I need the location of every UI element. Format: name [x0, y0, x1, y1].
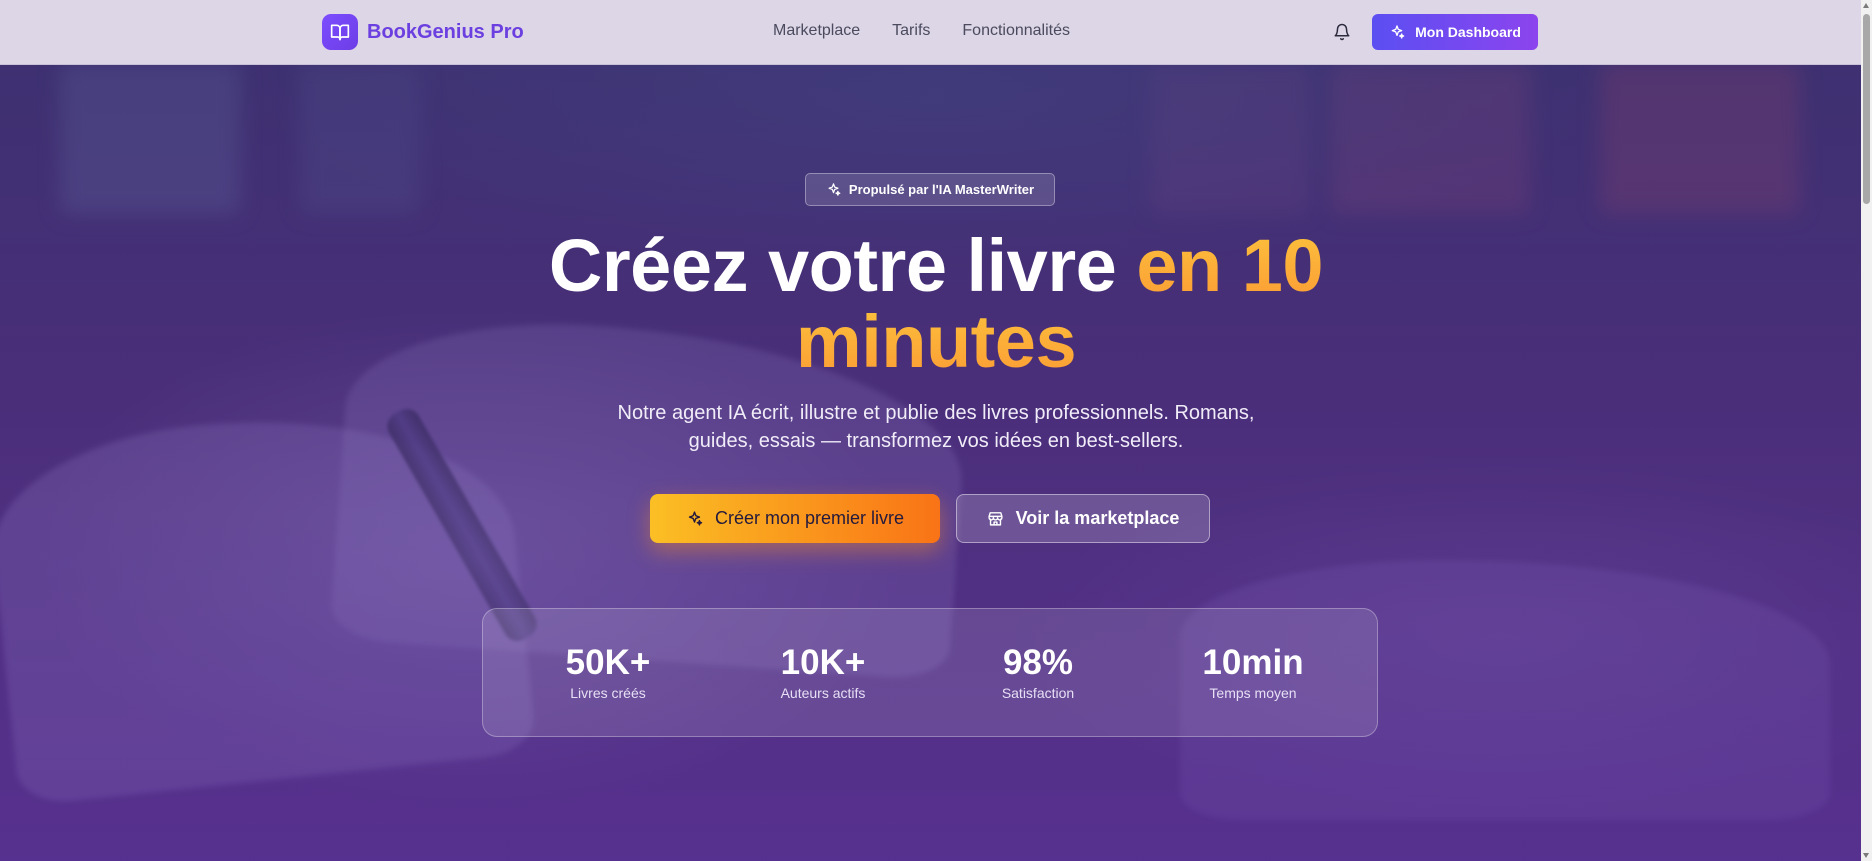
book-open-icon [322, 14, 358, 50]
create-book-button[interactable]: Créer mon premier livre [650, 494, 940, 543]
sparkles-icon [826, 182, 841, 197]
stats-card: 50K+ Livres créés 10K+ Auteurs actifs 98… [482, 608, 1378, 737]
bell-icon[interactable] [1333, 22, 1351, 42]
top-navbar: BookGenius Pro Marketplace Tarifs Foncti… [0, 0, 1861, 65]
stat-item: 98% Satisfaction [948, 643, 1128, 701]
dashboard-button-label: Mon Dashboard [1415, 24, 1521, 40]
badge-text: Propulsé par l'IA MasterWriter [848, 182, 1035, 197]
brand[interactable]: BookGenius Pro [322, 14, 524, 50]
stat-item: 10min Temps moyen [1163, 643, 1343, 701]
stat-label: Auteurs actifs [780, 685, 866, 701]
nav-link-fonctionnalites[interactable]: Fonctionnalités [962, 22, 1070, 40]
view-marketplace-button[interactable]: Voir la marketplace [956, 494, 1210, 543]
stat-label: Satisfaction [1001, 685, 1075, 701]
main-nav: Marketplace Tarifs Fonctionnalités [773, 22, 1070, 40]
stat-value: 10min [1202, 643, 1304, 682]
scrollbar-thumb[interactable] [1863, 14, 1870, 204]
vertical-scrollbar[interactable] [1861, 0, 1872, 861]
view-marketplace-label: Voir la marketplace [1015, 508, 1180, 528]
create-book-label: Créer mon premier livre [714, 508, 905, 528]
stat-label: Temps moyen [1209, 685, 1297, 701]
nav-link-tarifs[interactable]: Tarifs [892, 22, 930, 40]
hero-headline: Créez votre livre en 10 minutes [436, 228, 1436, 380]
stat-item: 50K+ Livres créés [518, 643, 698, 701]
stat-value: 50K+ [565, 643, 651, 682]
store-icon [987, 510, 1004, 527]
sparkles-icon [1389, 24, 1405, 40]
stat-label: Livres créés [570, 685, 646, 701]
brand-name: BookGenius Pro [367, 20, 524, 43]
nav-link-marketplace[interactable]: Marketplace [773, 22, 860, 40]
headline-main: Créez votre livre [548, 224, 1137, 307]
stat-value: 98% [1002, 643, 1074, 682]
scroll-down-icon[interactable] [1863, 853, 1869, 858]
stat-value: 10K+ [780, 643, 866, 682]
dashboard-button[interactable]: Mon Dashboard [1372, 14, 1538, 50]
powered-by-badge: Propulsé par l'IA MasterWriter [805, 173, 1055, 206]
sparkles-icon [686, 510, 703, 527]
hero-subtitle: Notre agent IA écrit, illustre et publie… [617, 402, 1255, 452]
scroll-up-icon[interactable] [1863, 3, 1869, 8]
stat-item: 10K+ Auteurs actifs [733, 643, 913, 701]
